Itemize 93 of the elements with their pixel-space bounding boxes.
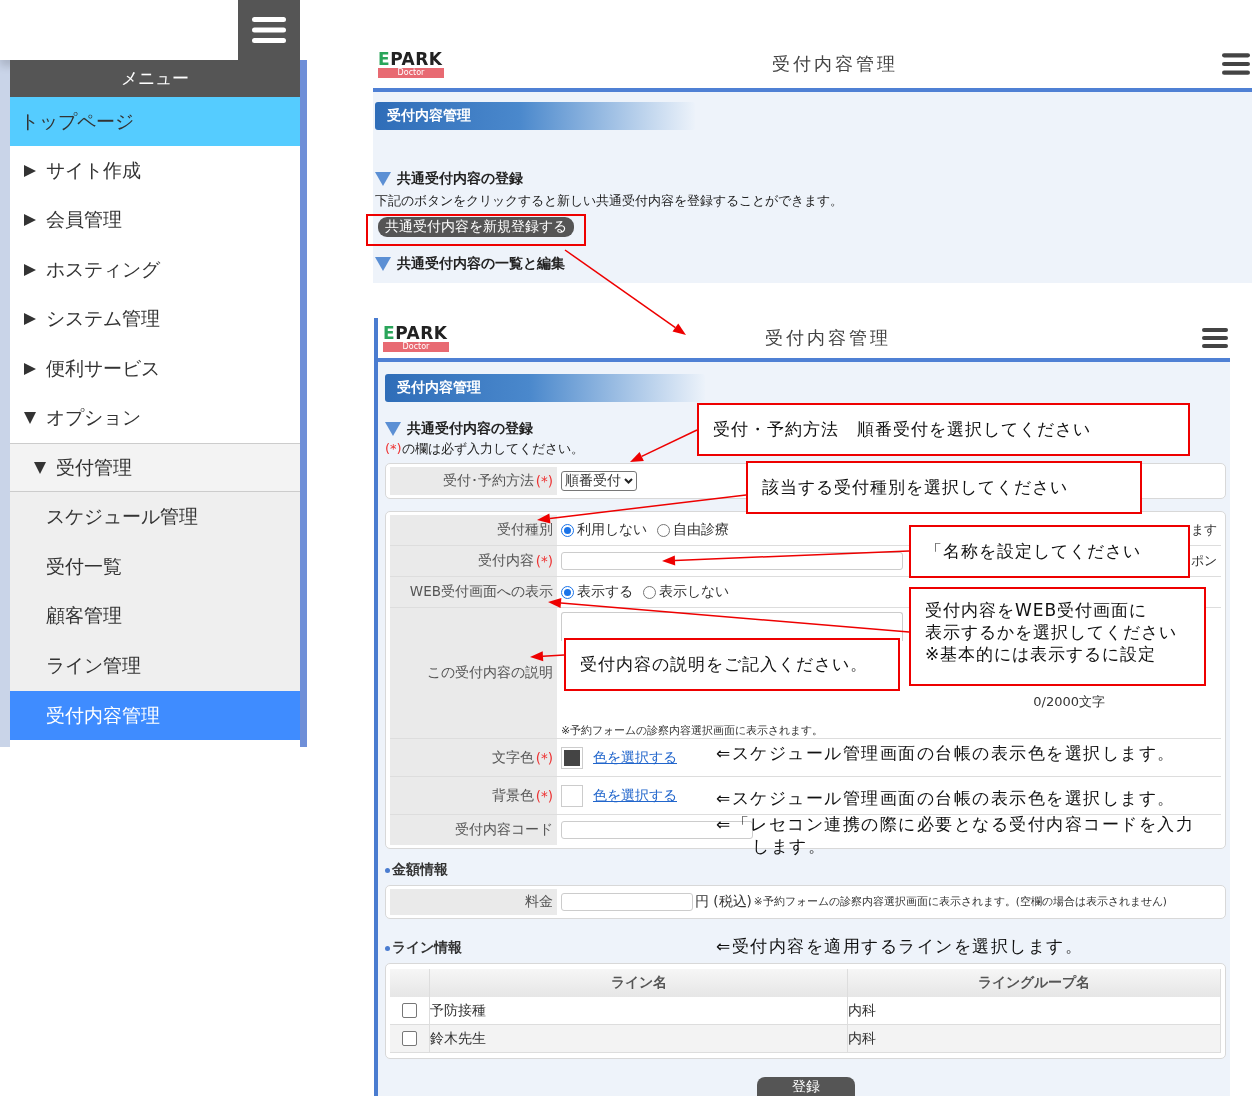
required-mark: (*) [535, 473, 553, 489]
method-select[interactable]: 順番受付 [561, 471, 637, 491]
required-note: の欄は必ず入力してください。 [401, 441, 584, 456]
table-cell: 予防接種 [430, 1001, 486, 1020]
menu-icon[interactable] [1202, 328, 1228, 348]
caret-down-icon [34, 461, 46, 474]
color-swatch[interactable] [561, 746, 583, 769]
annotation-text: します。 [751, 835, 826, 857]
page-title: 受付内容管理 [771, 52, 899, 76]
menu-item[interactable]: 顧客管理 [10, 591, 300, 642]
annotation-text: ⇐スケジュール管理画面の台帳の表示色を選択します。 [716, 742, 1176, 764]
price-field[interactable] [561, 893, 693, 911]
field-label: 文字色 [491, 748, 534, 767]
menu-item[interactable]: ライン管理 [10, 641, 300, 691]
menu-icon[interactable] [252, 17, 286, 43]
radio-option[interactable]: 自由診療 [657, 521, 729, 539]
register-button[interactable]: 登録 [756, 1077, 855, 1096]
menu-item[interactable]: 受付管理 [10, 442, 300, 493]
section-title-bar: 受付内容管理 [375, 102, 695, 130]
checkbox[interactable] [402, 1003, 417, 1018]
char-counter: 0/2000文字 [1033, 693, 1105, 711]
radio-button[interactable] [561, 523, 574, 537]
select-color-link[interactable]: 色を選択する [593, 748, 677, 767]
section-heading: 共通受付内容の登録 [407, 420, 533, 438]
radio-option[interactable]: 利用しない [561, 521, 647, 539]
callout-text: 「名称を設定してください [925, 540, 1141, 562]
subsection-heading: 金額情報 [392, 861, 448, 879]
color-swatch[interactable] [561, 784, 583, 807]
table-cell: 内科 [848, 1029, 876, 1048]
logo-subtitle: Doctor [383, 342, 449, 352]
field-label: 料金 [525, 893, 553, 911]
radio-option[interactable]: 表示しない [643, 583, 729, 601]
field-label: 受付種別 [497, 521, 553, 539]
field-label: 背景色 [491, 786, 534, 805]
triangle-icon [375, 172, 391, 186]
required-mark: (*) [385, 441, 402, 456]
note-text: ポン [1191, 552, 1217, 570]
field-label: この受付内容の説明 [427, 664, 553, 682]
callout-text: 受付内容をWEB受付画面に [925, 599, 1148, 621]
new-registration-button[interactable]: 共通受付内容を新規登録する [378, 217, 574, 237]
caret-down-icon [24, 412, 36, 425]
table-cell: 鈴木先生 [430, 1029, 486, 1048]
triangle-icon [385, 422, 401, 436]
column-header: ライングループ名 [848, 969, 1221, 997]
section-heading: 共通受付内容の一覧と編集 [397, 255, 565, 273]
menu-item[interactable]: 受付一覧 [10, 541, 300, 592]
help-text: ※予約フォームの診察内容選択画面に表示されます。(空欄の場合は表示されません) [753, 895, 1167, 909]
annotation-text: ⇐スケジュール管理画面の台帳の表示色を選択します。 [716, 787, 1176, 809]
logo-text: EPARK [383, 324, 448, 342]
menu-item[interactable]: スケジュール管理 [10, 492, 300, 542]
caret-right-icon [24, 362, 36, 375]
caret-right-icon [24, 263, 36, 276]
page-title: 受付内容管理 [763, 326, 892, 350]
checkbox[interactable] [402, 1031, 417, 1046]
logo-subtitle: Doctor [378, 68, 444, 78]
chevron-down-icon [624, 478, 633, 484]
callout-text: 受付・予約方法 順番受付を選択してください [713, 418, 1091, 440]
field-label: WEB受付画面への表示 [409, 583, 553, 601]
radio-button[interactable] [561, 585, 574, 599]
callout-text: 受付内容の説明をご記入ください。 [580, 653, 868, 675]
column-header: ライン名 [430, 969, 848, 997]
field-label: 受付･予約方法 [442, 472, 534, 490]
radio-button[interactable] [643, 585, 656, 599]
table-cell: 内科 [848, 1001, 876, 1020]
radio-button[interactable] [657, 523, 670, 537]
radio-option[interactable]: 表示する [561, 583, 633, 601]
logo-text: EPARK [378, 50, 443, 68]
caret-right-icon [24, 313, 36, 326]
annotation-text: ⇐「レセコン連携の際に必要となる受付内容コードを入力 [716, 813, 1195, 835]
callout-text: 表示するかを選択してください [925, 621, 1177, 643]
section-heading: 共通受付内容の登録 [397, 170, 523, 188]
callout-text: ※基本的には表示するに設定 [925, 643, 1157, 665]
triangle-icon [375, 257, 391, 271]
callout-text: 該当する受付種別を選択してください [762, 476, 1068, 498]
description-text: 下記のボタンをクリックすると新しい共通受付内容を登録することができます。 [375, 192, 844, 210]
annotation-text: ⇐受付内容を適用するラインを選択します。 [716, 935, 1084, 957]
select-color-link[interactable]: 色を選択する [593, 786, 677, 805]
caret-right-icon [24, 165, 36, 178]
required-mark: (*) [535, 749, 553, 766]
caret-right-icon [24, 214, 36, 227]
required-mark: (*) [535, 787, 553, 804]
subsection-heading: ライン情報 [392, 939, 462, 957]
section-title-bar: 受付内容管理 [385, 374, 705, 402]
menu-icon[interactable] [1222, 53, 1250, 75]
required-mark: (*) [535, 553, 553, 569]
field-label: 受付内容 [477, 552, 534, 570]
help-text: ※予約フォームの診察内容選択画面に表示されます。 [561, 723, 825, 738]
note-text: ます [1191, 521, 1217, 539]
menu-title: メニュー [10, 60, 300, 97]
unit-text: 円 (税込) [695, 893, 752, 911]
menu-item[interactable]: トップページ [10, 97, 300, 147]
text-field[interactable] [561, 552, 903, 570]
field-label: 受付内容コード [455, 821, 553, 839]
